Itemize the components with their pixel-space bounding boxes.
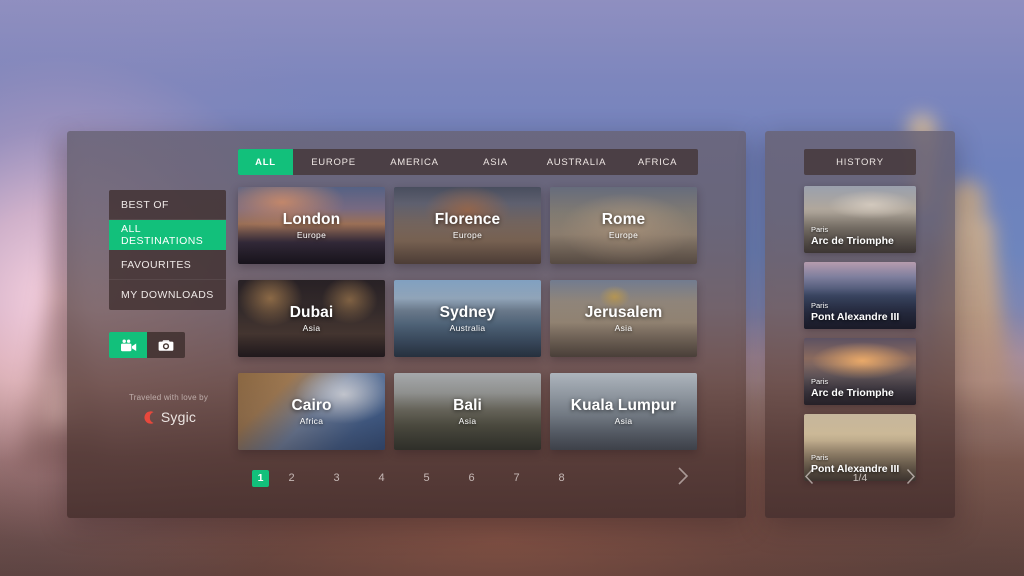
page-button-8[interactable]: 8: [539, 472, 584, 484]
history-pagination: 1/4: [804, 466, 916, 490]
destination-card[interactable]: DubaiAsia: [238, 280, 385, 357]
chevron-right-icon: [677, 466, 690, 486]
brand-tagline: Traveled with love by: [81, 393, 256, 402]
page-button-7[interactable]: 7: [494, 472, 539, 484]
destination-region: Asia: [550, 415, 697, 425]
destination-name: Cairo: [238, 396, 385, 414]
sidebar-item-label: MY DOWNLOADS: [121, 289, 214, 301]
destination-name: Kuala Lumpur: [550, 396, 697, 414]
tab-america[interactable]: AMERICA: [374, 149, 455, 175]
history-title: HISTORY: [804, 149, 916, 175]
destination-region: Africa: [238, 415, 385, 425]
brand-footer: Traveled with love by Sygic: [81, 393, 256, 425]
pagination: 1 2 3 4 5 6 7 8: [238, 466, 698, 490]
destination-region: Europe: [238, 229, 385, 239]
destination-grid: LondonEuropeFlorenceEuropeRomeEuropeDuba…: [238, 187, 698, 450]
tab-label: ALL: [255, 157, 276, 168]
history-country: Paris: [811, 225, 894, 234]
destination-name: Sydney: [394, 303, 541, 321]
destination-region: Asia: [394, 415, 541, 425]
tab-label: AUSTRALIA: [547, 157, 607, 168]
tab-all[interactable]: ALL: [238, 149, 293, 175]
destination-card[interactable]: CairoAfrica: [238, 373, 385, 450]
sygic-logo-icon: [141, 410, 156, 425]
history-name: Pont Alexandre III: [811, 311, 899, 323]
tab-asia[interactable]: ASIA: [455, 149, 536, 175]
destination-card[interactable]: Kuala LumpurAsia: [550, 373, 697, 450]
photo-camera-icon: [158, 339, 174, 352]
tab-label: AFRICA: [638, 157, 677, 168]
history-page-label: 1/4: [853, 472, 868, 484]
sidebar-item-best-of[interactable]: BEST OF: [109, 190, 226, 220]
page-button-3[interactable]: 3: [314, 472, 359, 484]
destination-card[interactable]: BaliAsia: [394, 373, 541, 450]
history-item[interactable]: ParisArc de Triomphe: [804, 186, 916, 253]
main-panel: BEST OF ALL DESTINATIONS FAVOURITES MY D…: [67, 131, 746, 518]
destination-card[interactable]: FlorenceEurope: [394, 187, 541, 264]
tab-label: ASIA: [483, 157, 508, 168]
destination-region: Europe: [550, 229, 697, 239]
tab-australia[interactable]: AUSTRALIA: [536, 149, 617, 175]
video-mode-button[interactable]: [109, 332, 147, 358]
photo-mode-button[interactable]: [147, 332, 185, 358]
history-item[interactable]: ParisPont Alexandre III: [804, 262, 916, 329]
destination-name: Dubai: [238, 303, 385, 321]
destination-name: Jerusalem: [550, 303, 697, 321]
sidebar-item-label: BEST OF: [121, 199, 169, 211]
history-list: ParisArc de TriompheParisPont Alexandre …: [804, 186, 916, 490]
tab-label: EUROPE: [311, 157, 356, 168]
tab-label: AMERICA: [390, 157, 439, 168]
history-prev-button[interactable]: [804, 468, 815, 488]
tab-europe[interactable]: EUROPE: [293, 149, 374, 175]
chevron-left-icon: [804, 468, 815, 485]
sidebar-item-favourites[interactable]: FAVOURITES: [109, 250, 226, 280]
sidebar-menu: BEST OF ALL DESTINATIONS FAVOURITES MY D…: [109, 190, 226, 310]
history-name: Arc de Triomphe: [811, 235, 894, 247]
destination-region: Asia: [550, 322, 697, 332]
page-button-2[interactable]: 2: [269, 472, 314, 484]
media-mode-toggle: [109, 332, 185, 358]
brand-name: Sygic: [161, 409, 196, 425]
destination-card[interactable]: JerusalemAsia: [550, 280, 697, 357]
region-tabs: ALL EUROPE AMERICA ASIA AUSTRALIA AFRICA: [238, 149, 698, 175]
page-button-6[interactable]: 6: [449, 472, 494, 484]
page-button-4[interactable]: 4: [359, 472, 404, 484]
next-page-button[interactable]: [677, 466, 690, 491]
destination-name: London: [238, 210, 385, 228]
destination-region: Australia: [394, 322, 541, 332]
history-country: Paris: [811, 301, 899, 310]
destination-region: Asia: [238, 322, 385, 332]
destination-card[interactable]: SydneyAustralia: [394, 280, 541, 357]
app-screen: BEST OF ALL DESTINATIONS FAVOURITES MY D…: [0, 0, 1024, 576]
sidebar-item-label: FAVOURITES: [121, 259, 191, 271]
history-name: Arc de Triomphe: [811, 387, 894, 399]
destination-region: Europe: [394, 229, 541, 239]
destination-name: Rome: [550, 210, 697, 228]
sidebar-item-all-destinations[interactable]: ALL DESTINATIONS: [109, 220, 226, 250]
destination-name: Florence: [394, 210, 541, 228]
history-next-button[interactable]: [905, 468, 916, 488]
history-item[interactable]: ParisArc de Triomphe: [804, 338, 916, 405]
history-country: Paris: [811, 377, 894, 386]
history-country: Paris: [811, 453, 899, 462]
page-button-1[interactable]: 1: [252, 470, 269, 487]
page-button-5[interactable]: 5: [404, 472, 449, 484]
sidebar-item-my-downloads[interactable]: MY DOWNLOADS: [109, 280, 226, 310]
destination-card[interactable]: RomeEurope: [550, 187, 697, 264]
sidebar-item-label: ALL DESTINATIONS: [121, 223, 226, 247]
video-camera-icon: [120, 339, 137, 352]
destination-card[interactable]: LondonEurope: [238, 187, 385, 264]
tab-africa[interactable]: AFRICA: [617, 149, 698, 175]
chevron-right-icon: [905, 468, 916, 485]
history-panel: HISTORY ParisArc de TriompheParisPont Al…: [765, 131, 955, 518]
destination-name: Bali: [394, 396, 541, 414]
